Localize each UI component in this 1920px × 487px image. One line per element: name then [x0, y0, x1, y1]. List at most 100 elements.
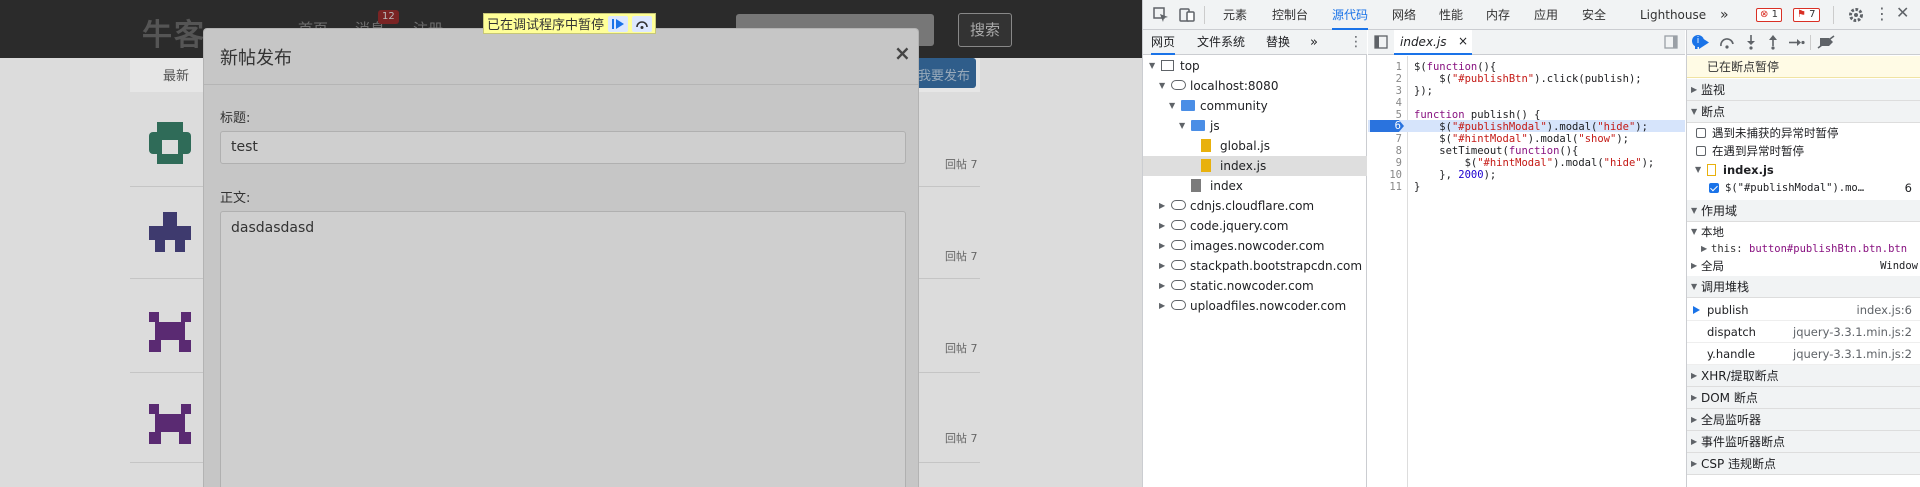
step-into-icon[interactable]: [1745, 35, 1757, 50]
pause-caught-option[interactable]: 在遇到异常时暂停: [1687, 142, 1920, 160]
collapse-triangle-icon[interactable]: ▼: [1179, 116, 1185, 136]
modal-close-button[interactable]: ×: [894, 41, 911, 65]
section-csp-breakpoints[interactable]: ▶ CSP 违规断点: [1687, 453, 1920, 475]
step-icon[interactable]: [1789, 36, 1805, 49]
tree-item-folder[interactable]: ▼ community: [1143, 96, 1367, 116]
tree-item-file[interactable]: index: [1143, 176, 1367, 196]
navigator-tab-overrides[interactable]: 替换: [1266, 30, 1290, 55]
code-line[interactable]: }, 2000);: [1414, 168, 1496, 182]
tree-item-jsfile[interactable]: global.js: [1143, 136, 1367, 156]
pause-caught-checkbox[interactable]: [1696, 146, 1706, 156]
call-frame[interactable]: dispatch jquery-3.3.1.min.js:2: [1687, 321, 1920, 343]
more-tabs-icon[interactable]: »: [1720, 0, 1729, 30]
site-search-button[interactable]: 搜索: [958, 13, 1012, 47]
call-frame[interactable]: y.handle jquery-3.3.1.min.js:2: [1687, 343, 1920, 365]
tree-item-cloud[interactable]: ▶ uploadfiles.nowcoder.com: [1143, 296, 1367, 316]
section-dom-breakpoints[interactable]: ▶ DOM 断点: [1687, 387, 1920, 409]
close-devtools-icon[interactable]: ✕: [1896, 4, 1909, 22]
tree-item-folder[interactable]: ▼ js: [1143, 116, 1367, 136]
editor-tabs: index.js ×: [1368, 30, 1685, 55]
tree-item-cloud[interactable]: ▶ code.jquery.com: [1143, 216, 1367, 236]
code-line[interactable]: $("#publishBtn").click(publish);: [1414, 72, 1641, 86]
navigator-more-icon[interactable]: »: [1310, 30, 1318, 55]
scope-global[interactable]: ▶ 全局 Window: [1687, 257, 1920, 275]
inspect-element-icon[interactable]: [1153, 7, 1169, 23]
step-over-icon[interactable]: [1719, 36, 1735, 49]
tree-item-frame[interactable]: ▼ top: [1143, 56, 1367, 76]
code-line[interactable]: }: [1414, 180, 1420, 194]
collapse-triangle-icon[interactable]: ▼: [1159, 76, 1165, 96]
tab-performance[interactable]: 性能: [1439, 0, 1463, 30]
tree-item-cloud[interactable]: ▶ images.nowcoder.com: [1143, 236, 1367, 256]
breakpoint-file-group[interactable]: ▼ index.js: [1687, 161, 1920, 179]
expand-triangle-icon[interactable]: ▶: [1159, 196, 1165, 216]
tab-elements[interactable]: 元素: [1223, 0, 1247, 30]
tab-latest[interactable]: 最新: [163, 65, 189, 84]
navigator-menu-icon[interactable]: ⋮: [1349, 30, 1363, 55]
editor-tab-index-js[interactable]: index.js ×: [1394, 30, 1472, 55]
tab-memory[interactable]: 内存: [1486, 0, 1510, 30]
tree-item-jsfile[interactable]: index.js: [1143, 156, 1367, 176]
publish-open-button[interactable]: 我要发布: [916, 58, 976, 88]
step-out-icon[interactable]: [1767, 35, 1779, 50]
breakpoint-code: $("#publishModal").mo…: [1725, 182, 1865, 194]
section-watch[interactable]: ▶ 监视: [1687, 79, 1920, 101]
title-input[interactable]: test: [220, 131, 906, 164]
issue-count-badge[interactable]: ⚑ 7: [1793, 8, 1820, 22]
expand-triangle-icon[interactable]: ▶: [1159, 256, 1165, 276]
site-logo[interactable]: 牛客: [142, 10, 206, 54]
deactivate-breakpoints-icon[interactable]: [1817, 35, 1835, 49]
section-global-listeners[interactable]: ▶ 全局监听器: [1687, 409, 1920, 431]
section-event-listener-breakpoints[interactable]: ▶ 事件监听器断点: [1687, 431, 1920, 453]
tab-console[interactable]: 控制台: [1272, 0, 1308, 30]
tab-security[interactable]: 安全: [1582, 0, 1606, 30]
expand-triangle-icon[interactable]: ▶: [1159, 236, 1165, 256]
call-frame-location: jquery-3.3.1.min.js:2: [1793, 347, 1912, 361]
close-tab-icon[interactable]: ×: [1458, 34, 1468, 48]
section-xhr-breakpoints[interactable]: ▶ XHR/提取断点: [1687, 365, 1920, 387]
pause-uncaught-option[interactable]: 遇到未捕获的异常时暂停: [1687, 124, 1920, 142]
kebab-menu-icon[interactable]: ⋮: [1874, 5, 1890, 23]
settings-gear-icon[interactable]: [1848, 7, 1864, 23]
navigator-tab-page[interactable]: 网页: [1151, 30, 1176, 55]
tree-item-cloud[interactable]: ▶ static.nowcoder.com: [1143, 276, 1367, 296]
collapse-triangle-icon[interactable]: ▼: [1149, 56, 1155, 76]
toggle-navigator-icon[interactable]: [1374, 35, 1388, 49]
tab-network[interactable]: 网络: [1392, 0, 1416, 30]
breakpoint-checkbox[interactable]: [1709, 183, 1719, 193]
body-textarea[interactable]: dasdasdasd: [220, 211, 906, 487]
call-frame[interactable]: publish index.js:6: [1687, 299, 1920, 321]
tab-lighthouse[interactable]: Lighthouse: [1640, 0, 1706, 30]
section-call-stack[interactable]: ▼ 调用堆栈: [1687, 276, 1920, 298]
code-area[interactable]: $(function(){ $("#publishBtn").click(pub…: [1368, 56, 1685, 487]
tree-item-cloud[interactable]: ▼ localhost:8080: [1143, 76, 1367, 96]
scope-local[interactable]: ▼ 本地: [1687, 223, 1920, 241]
tab-sources[interactable]: 源代码: [1332, 0, 1369, 30]
expand-triangle-icon[interactable]: ▶: [1159, 216, 1165, 236]
step-over-icon[interactable]: [632, 15, 653, 32]
error-count-badge[interactable]: ⊗ 1: [1756, 8, 1782, 22]
expand-triangle-icon[interactable]: ▶: [1159, 276, 1165, 296]
devtools-panel: 元素 控制台 源代码 网络 性能 内存 应用 安全 Lighthouse » ⊗…: [1142, 0, 1920, 487]
navigator-tab-filesystem[interactable]: 文件系统: [1197, 30, 1245, 55]
toggle-debugger-icon[interactable]: [1664, 35, 1678, 49]
call-stack-list: publish index.js:6 dispatch jquery-3.3.1.mi…: [1687, 299, 1920, 365]
tree-item-cloud[interactable]: ▶ cdnjs.cloudflare.com: [1143, 196, 1367, 216]
tree-item-cloud[interactable]: ▶ stackpath.bootstrapcdn.com: [1143, 256, 1367, 276]
resume-icon[interactable]: [608, 15, 629, 32]
section-title: XHR/提取断点: [1701, 369, 1779, 383]
scope-this-entry[interactable]: ▶ this: button#publishBtn.btn.btn: [1687, 240, 1920, 258]
section-title: 全局监听器: [1701, 413, 1762, 427]
code-line[interactable]: });: [1414, 84, 1433, 98]
expand-triangle-icon[interactable]: ▶: [1159, 296, 1165, 316]
section-breakpoints[interactable]: ▼ 断点: [1687, 101, 1920, 123]
tab-application[interactable]: 应用: [1534, 0, 1558, 30]
pause-uncaught-checkbox[interactable]: [1696, 128, 1706, 138]
section-scope[interactable]: ▼ 作用域: [1687, 200, 1920, 222]
collapse-triangle-icon[interactable]: ▼: [1169, 96, 1175, 116]
scope-local-label: 本地: [1701, 225, 1724, 239]
expand-triangle-icon: ▶: [1691, 261, 1698, 270]
device-toolbar-icon[interactable]: [1179, 7, 1195, 23]
breakpoint-entry[interactable]: $("#publishModal").mo… 6: [1687, 179, 1920, 197]
navigator-tabs: 网页 文件系统 替换 » ⋮: [1143, 30, 1367, 55]
